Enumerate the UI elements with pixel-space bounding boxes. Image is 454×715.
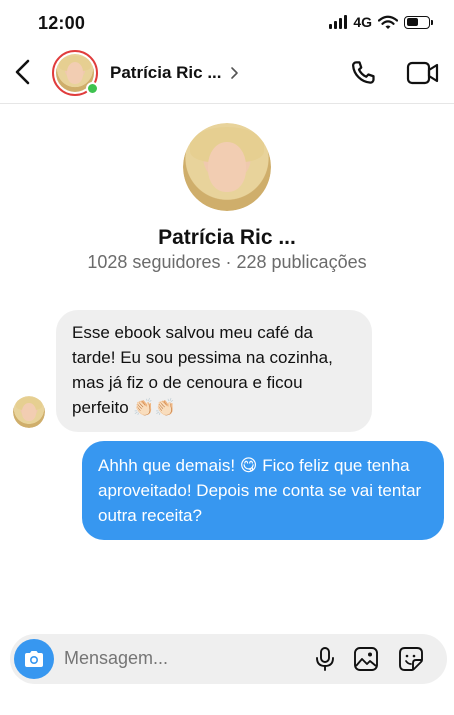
battery-icon [404,15,433,29]
avatar [13,396,45,428]
network-type: 4G [353,14,372,30]
sticker-icon[interactable] [398,646,424,672]
message-composer [10,634,447,684]
status-time: 12:00 [38,13,86,33]
chevron-right-icon[interactable] [230,66,240,80]
incoming-message-bubble[interactable]: Esse ebook salvou meu café da tarde! Eu … [56,310,372,432]
contact-name[interactable]: Patrícia Ric ... [110,63,222,83]
back-arrow-icon[interactable] [12,58,38,86]
message-input[interactable] [64,648,294,669]
phone-icon[interactable] [348,58,378,88]
profile-avatar[interactable] [183,123,271,211]
signal-icon [329,15,348,29]
wifi-icon [378,15,398,30]
status-indicators: 4G [329,14,433,30]
profile-name[interactable]: Patrícia Ric ... [0,226,454,250]
camera-icon[interactable] [14,639,54,679]
profile-stats: 1028 seguidores · 228 publicações [87,252,367,272]
sender-avatar[interactable] [13,396,45,428]
video-camera-icon[interactable] [406,58,440,88]
status-bar: 12:00 4G [0,0,454,46]
microphone-icon[interactable] [312,646,338,672]
chat-header: Patrícia Ric ... [0,46,454,104]
online-status-indicator [86,82,99,95]
gallery-icon[interactable] [353,646,379,672]
avatar [183,123,271,211]
outgoing-message-bubble[interactable]: Ahhh que demais! 😋 Fico feliz que tenha … [82,441,444,540]
